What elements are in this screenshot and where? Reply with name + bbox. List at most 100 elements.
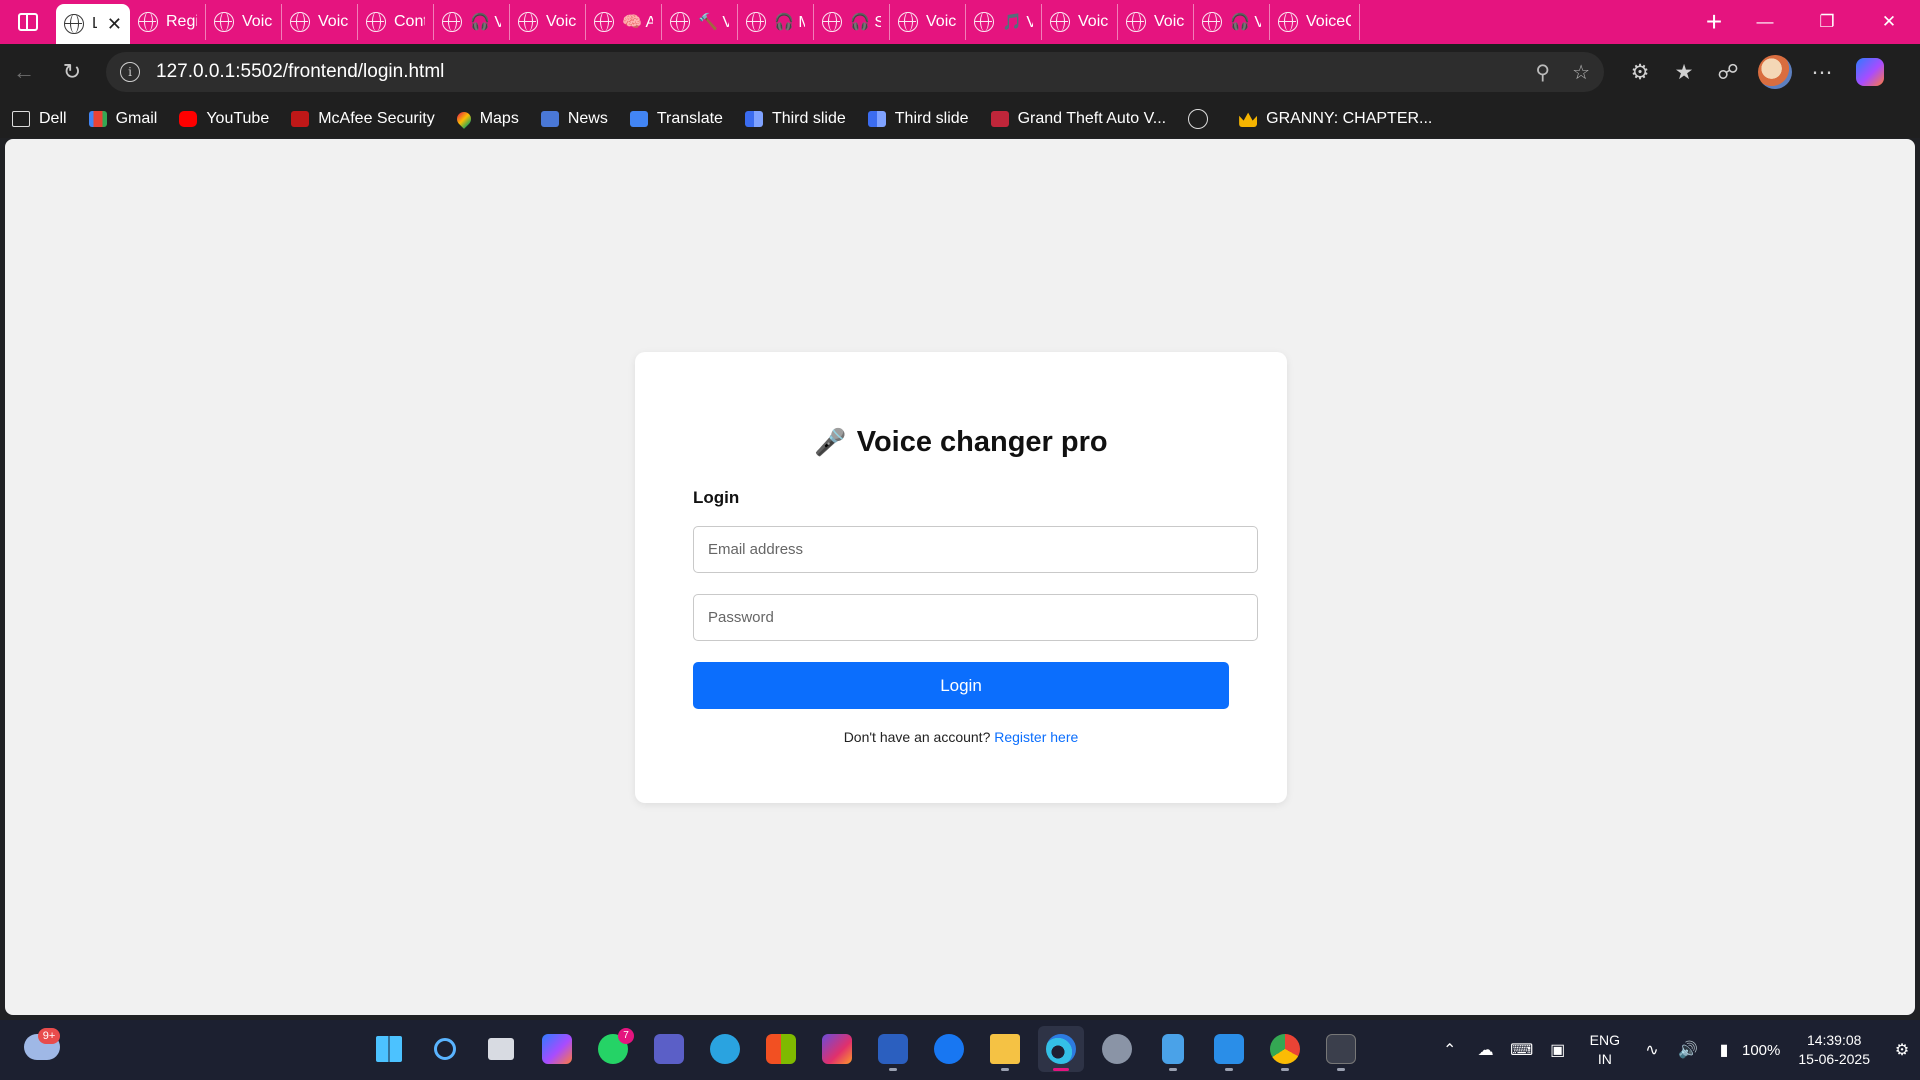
bookmark-item[interactable]: Translate: [629, 110, 723, 128]
collections-icon[interactable]: ☍: [1706, 52, 1750, 92]
wifi-icon[interactable]: ∿: [1634, 1040, 1670, 1060]
favorites-icon[interactable]: ★: [1662, 52, 1706, 92]
edge-app[interactable]: [1038, 1026, 1084, 1072]
word-icon: [878, 1034, 908, 1064]
back-icon[interactable]: ←: [0, 52, 48, 92]
telegram-app[interactable]: [702, 1026, 748, 1072]
tab-title: VoiceC: [1306, 13, 1351, 30]
login-button[interactable]: Login: [693, 662, 1229, 709]
tablet-mode-icon[interactable]: ▣: [1540, 1040, 1576, 1060]
store-app[interactable]: [758, 1026, 804, 1072]
file-explorer-app[interactable]: [982, 1026, 1028, 1072]
restore-icon[interactable]: ❐: [1796, 0, 1858, 44]
browser-tab[interactable]: VoiceC: [206, 4, 282, 40]
clock[interactable]: 14:39:08 15-06-2025: [1798, 1031, 1870, 1069]
taskbar-apps: 7: [366, 1026, 1364, 1072]
bookmark-item[interactable]: Grand Theft Auto V...: [990, 110, 1166, 128]
new-tab-button[interactable]: +: [1694, 6, 1734, 38]
bookmark-item[interactable]: McAfee Security: [291, 110, 435, 128]
language-indicator[interactable]: ENG IN: [1590, 1031, 1620, 1069]
site-info-icon[interactable]: i: [120, 62, 140, 82]
bookmark-label: Dell: [39, 110, 67, 127]
settings-gear-icon: [1102, 1034, 1132, 1064]
notifications-icon[interactable]: ⚙: [1884, 1040, 1920, 1060]
crown-icon: [1239, 112, 1258, 127]
password-field[interactable]: [693, 594, 1258, 641]
running-indicator: [1001, 1068, 1009, 1071]
browser-tab[interactable]: VoiceC: [1118, 4, 1194, 40]
copilot-app[interactable]: [534, 1026, 580, 1072]
browser-tab[interactable]: Voice: [1042, 4, 1118, 40]
keyboard-icon[interactable]: ⌨: [1504, 1040, 1540, 1060]
bookmark-item[interactable]: Third slide: [744, 110, 846, 128]
search-button[interactable]: [422, 1026, 468, 1072]
bookmark-item[interactable]: [1188, 109, 1217, 129]
bookmark-label: News: [567, 110, 608, 127]
notepad-app[interactable]: [1150, 1026, 1196, 1072]
bookmark-item[interactable]: GRANNY: CHAPTER...: [1239, 110, 1432, 128]
tab-title: VoiceT: [546, 13, 577, 30]
browser-tab[interactable]: VoiceC: [282, 4, 358, 40]
browser-tab[interactable]: Conta: [358, 4, 434, 40]
task-view-button[interactable]: [478, 1026, 524, 1072]
copilot-icon[interactable]: [1856, 58, 1884, 86]
word-app[interactable]: [870, 1026, 916, 1072]
whatsapp-app[interactable]: 7: [590, 1026, 636, 1072]
vscode-app[interactable]: [1206, 1026, 1252, 1072]
volume-icon[interactable]: 🔊: [1670, 1040, 1706, 1060]
browser-tab[interactable]: Lo ✕: [56, 4, 130, 44]
browser-tab[interactable]: 🧠 AI: [586, 4, 662, 40]
more-menu-icon[interactable]: ⋯: [1800, 52, 1844, 92]
browser-tab[interactable]: 🔨 Vo: [662, 4, 738, 40]
url-text[interactable]: 127.0.0.1:5502/frontend/login.html: [156, 61, 1535, 83]
profile-avatar[interactable]: [1758, 55, 1792, 89]
bookmark-item[interactable]: Gmail: [88, 110, 157, 128]
globe-icon: [670, 12, 690, 32]
tab-title: 🎧 Stu: [850, 14, 881, 31]
register-link[interactable]: Register here: [994, 729, 1078, 745]
favorite-star-icon[interactable]: ☆: [1572, 60, 1590, 85]
address-bar[interactable]: i 127.0.0.1:5502/frontend/login.html ⚲ ☆: [106, 52, 1604, 92]
browser-tab[interactable]: VoiceC: [1270, 4, 1360, 40]
browser-tab[interactable]: 🎧 Stu: [814, 4, 890, 40]
browser-tab[interactable]: 🎧 Mi: [738, 4, 814, 40]
browser-tab[interactable]: 🎵 Vo: [966, 4, 1042, 40]
folder-icon: [12, 111, 30, 127]
terminal-app[interactable]: [1318, 1026, 1364, 1072]
settings-app[interactable]: [1094, 1026, 1140, 1072]
instagram-app[interactable]: [814, 1026, 860, 1072]
close-window-icon[interactable]: ✕: [1858, 0, 1920, 44]
browser-tab[interactable]: VoiceT: [510, 4, 586, 40]
address-row: ← ↻ i 127.0.0.1:5502/frontend/login.html…: [0, 44, 1920, 100]
start-button[interactable]: [366, 1026, 412, 1072]
onedrive-icon[interactable]: ☁: [1468, 1040, 1504, 1060]
window-controls: — ❐ ✕: [1734, 0, 1920, 44]
extensions-icon[interactable]: ⚙: [1618, 52, 1662, 92]
mcafee-icon: [291, 111, 310, 127]
email-field[interactable]: [693, 526, 1258, 573]
teams-app[interactable]: [646, 1026, 692, 1072]
facebook-app[interactable]: [926, 1026, 972, 1072]
bookmark-item[interactable]: Maps: [453, 109, 519, 129]
register-prompt-text: Don't have an account?: [843, 729, 991, 745]
browser-tab[interactable]: Regist: [130, 4, 206, 40]
browser-tab[interactable]: 🎧 Vo: [1194, 4, 1270, 40]
windows-icon: [376, 1036, 402, 1062]
tab-title: VoiceC: [242, 13, 273, 30]
bookmark-item[interactable]: YouTube: [179, 110, 269, 128]
search-icon: [434, 1038, 456, 1060]
close-tab-icon[interactable]: ✕: [107, 14, 122, 35]
refresh-icon[interactable]: ↻: [48, 52, 96, 92]
bookmark-item[interactable]: Dell: [12, 110, 67, 128]
minimize-icon[interactable]: —: [1734, 0, 1796, 44]
bookmark-item[interactable]: Third slide: [867, 110, 969, 128]
bookmark-item[interactable]: News: [540, 110, 608, 128]
battery-icon[interactable]: ▮: [1706, 1040, 1742, 1060]
zoom-out-icon[interactable]: ⚲: [1535, 60, 1550, 85]
browser-tab[interactable]: VoiceC: [890, 4, 966, 40]
show-hidden-icons-icon[interactable]: ⌃: [1432, 1040, 1468, 1060]
tab-actions-button[interactable]: [0, 0, 56, 44]
chrome-app[interactable]: [1262, 1026, 1308, 1072]
browser-tab[interactable]: 🎧 Vo: [434, 4, 510, 40]
tab-title: 🎧 Vo: [470, 14, 501, 31]
